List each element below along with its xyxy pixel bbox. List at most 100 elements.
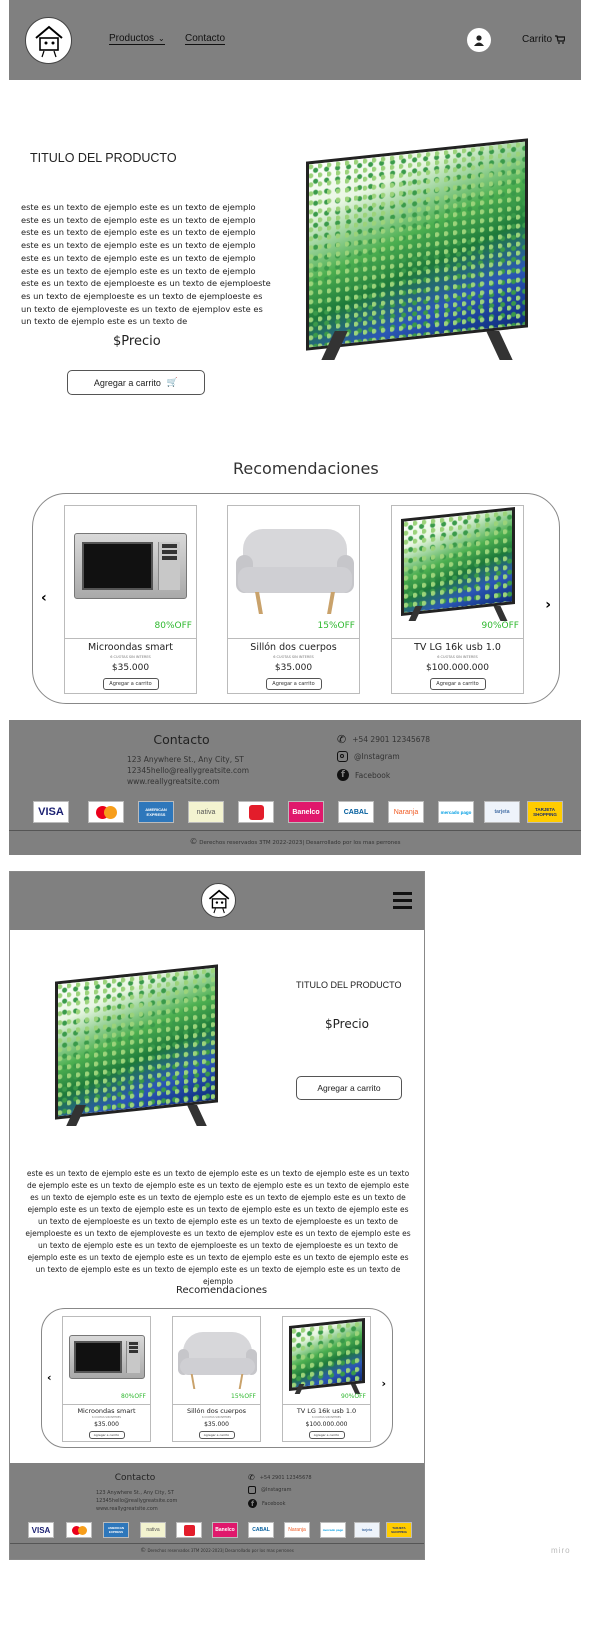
discount-badge: 90%OFF	[481, 621, 519, 631]
product-price: $100.000.000	[426, 663, 489, 673]
product-price: $Precio	[113, 334, 161, 349]
product-cuotas: 6 CUOTAS SIN INTERES	[110, 655, 151, 659]
footer-divider	[10, 1543, 424, 1544]
product-name: TV LG 16k usb 1.0	[414, 642, 501, 653]
carousel-next-button[interactable]: ›	[381, 1377, 386, 1390]
desktop-header: Productos ⌄ Contacto Carrito	[9, 0, 581, 80]
footer-copyright-text: Derechos reservados 3TM 2022-2023| Desar…	[147, 1548, 294, 1553]
product-image-tv	[55, 964, 218, 1126]
product-cuotas: 6 CUOTAS SIN INTERES	[202, 1416, 231, 1419]
footer-phone-text: +54 2901 12345678	[352, 735, 431, 744]
footer-website[interactable]: www.reallygreatsite.com	[96, 1506, 158, 1512]
product-card[interactable]: 15%OFF Sillón dos cuerpos 6 CUOTAS SIN I…	[227, 505, 360, 694]
product-card[interactable]: 15%OFF Sillón dos cuerpos 6 CUOTAS SIN I…	[172, 1316, 261, 1442]
recommendations-title: Recomendaciones	[176, 1285, 268, 1296]
nativa-logo: nativa	[140, 1522, 166, 1538]
carousel-prev-button[interactable]: ‹	[47, 1371, 52, 1384]
footer-facebook[interactable]: f Facebook	[337, 769, 390, 781]
sofa-image	[236, 529, 354, 614]
footer-copyright-text: Derechos reservados 3TM 2022-2023| Desar…	[199, 840, 401, 846]
product-card[interactable]: 80%OFF Microondas smart 6 CUOTAS SIN INT…	[64, 505, 197, 694]
instagram-icon	[337, 751, 348, 762]
footer-contact-title: Contacto	[114, 1473, 156, 1483]
cabal-logo: CABAL	[338, 801, 374, 823]
mercado-pago-logo: mercado pago	[438, 801, 474, 823]
tv-image	[401, 507, 515, 621]
hamburger-menu-icon[interactable]	[393, 892, 412, 909]
product-description: este es un texto de ejemplo este es un t…	[25, 1169, 411, 1286]
cabal-red-logo	[176, 1522, 202, 1538]
naranja-logo: Naranja	[388, 801, 424, 823]
footer-phone-text: +54 2901 12345678	[259, 1474, 312, 1481]
product-description: este es un texto de ejemplo este es un t…	[21, 202, 271, 327]
facebook-icon: f	[337, 769, 349, 781]
nav-productos[interactable]: Productos ⌄	[109, 33, 165, 45]
logo[interactable]	[201, 883, 236, 918]
tarjeta-shopping-logo: TARJETA SHOPPING	[386, 1522, 412, 1538]
product-price: $Precio	[325, 1017, 369, 1031]
logo[interactable]	[25, 17, 72, 64]
cart-icon: 🛒	[166, 377, 179, 387]
discount-badge: 90%OFF	[341, 1393, 366, 1400]
mercado-pago-logo: mercado pago	[320, 1522, 346, 1538]
microwave-image	[69, 1335, 145, 1379]
banelco-logo: Banelco	[288, 801, 324, 823]
add-to-cart-label: Agregar a carrito	[93, 377, 161, 388]
product-card[interactable]: 90%OFF TV LG 16k usb 1.0 6 CUOTAS SIN IN…	[391, 505, 524, 694]
footer-instagram-text: @Instagram	[261, 1487, 292, 1493]
nav-contacto[interactable]: Contacto	[185, 33, 226, 45]
instagram-icon	[248, 1486, 256, 1494]
card-add-to-cart-button[interactable]: Agregar a carrito	[102, 678, 159, 690]
card-add-to-cart-button[interactable]: Agregar a carrito	[429, 678, 486, 690]
cabal-logo: CABAL	[248, 1522, 274, 1538]
facebook-icon: f	[248, 1499, 257, 1508]
add-to-cart-button[interactable]: Agregar a carrito 🛒	[67, 370, 205, 395]
footer-email[interactable]: 12345hello@reallygreatsite.com	[127, 766, 249, 775]
cart-link[interactable]: Carrito	[522, 34, 566, 45]
product-name: Sillón dos cuerpos	[250, 642, 337, 653]
product-title: TITULO DEL PRODUCTO	[30, 151, 177, 165]
discount-badge: 15%OFF	[231, 1393, 256, 1400]
product-card[interactable]: 90%OFF TV LG 16k usb 1.0 6 CUOTAS SIN IN…	[282, 1316, 371, 1442]
cart-label: Carrito	[522, 34, 553, 45]
chevron-down-icon: ⌄	[158, 34, 165, 43]
product-price: $100.000.000	[305, 1421, 348, 1428]
banelco-logo: Banelco	[212, 1522, 238, 1538]
product-name: TV LG 16k usb 1.0	[296, 1407, 357, 1415]
footer-instagram-text: @Instagram	[354, 752, 400, 761]
mobile-frame: TITULO DEL PRODUCTO $Precio Agregar a ca…	[9, 871, 425, 1560]
card-add-to-cart-button[interactable]: Agregar a carrito	[265, 678, 322, 690]
carousel-next-button[interactable]: ›	[545, 597, 551, 613]
add-to-cart-button[interactable]: Agregar a carrito	[296, 1076, 402, 1100]
card-add-to-cart-button[interactable]: Agregar a carrito	[198, 1431, 235, 1439]
amex-logo: AMERICAN EXPRESS	[138, 801, 174, 823]
footer-contact-title: Contacto	[153, 732, 210, 747]
product-price: $35.000	[94, 1421, 119, 1428]
product-card[interactable]: 80%OFF Microondas smart 6 CUOTAS SIN INT…	[62, 1316, 151, 1442]
footer-divider	[9, 830, 581, 831]
discount-badge: 80%OFF	[121, 1393, 146, 1400]
carousel-prev-button[interactable]: ‹	[41, 590, 47, 606]
footer-phone[interactable]: ✆ +54 2901 12345678	[248, 1473, 312, 1482]
discount-badge: 80%OFF	[154, 621, 192, 631]
footer-instagram[interactable]: @Instagram	[248, 1486, 291, 1494]
product-cuotas: 6 CUOTAS SIN INTERES	[92, 1416, 121, 1419]
footer-facebook[interactable]: f Facebook	[248, 1499, 286, 1508]
discount-badge: 15%OFF	[317, 621, 355, 631]
nav-productos-label: Productos	[109, 33, 155, 44]
footer-email[interactable]: 12345hello@reallygreatsite.com	[96, 1498, 177, 1504]
miro-watermark: miro	[551, 1546, 571, 1555]
generic-card-logo: tarjeta	[484, 801, 520, 823]
product-price: $35.000	[111, 663, 150, 673]
card-add-to-cart-button[interactable]: Agregar a carrito	[308, 1431, 345, 1439]
visa-logo: VISA	[28, 1522, 54, 1538]
card-add-to-cart-button[interactable]: Agregar a carrito	[88, 1431, 125, 1439]
user-avatar-icon[interactable]	[467, 28, 491, 52]
footer-instagram[interactable]: @Instagram	[337, 751, 400, 762]
footer-website[interactable]: www.reallygreatsite.com	[127, 777, 220, 786]
product-cuotas: 6 CUOTAS SIN INTERES	[312, 1416, 341, 1419]
nativa-logo: nativa	[188, 801, 224, 823]
footer-phone[interactable]: ✆ +54 2901 12345678	[337, 733, 430, 746]
footer-facebook-text: Facebook	[355, 770, 391, 780]
sofa-image	[178, 1332, 257, 1389]
